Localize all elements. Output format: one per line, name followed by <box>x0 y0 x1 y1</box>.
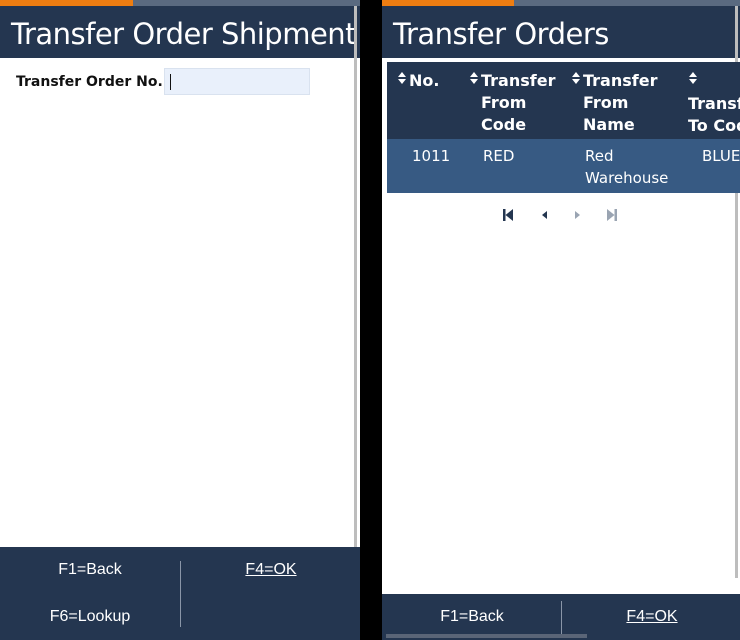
cell-from-name: Red Warehouse <box>585 147 669 187</box>
ok-button[interactable]: F4=OK <box>181 561 360 579</box>
transfer-order-shipment-panel: Transfer Order Shipment Transfer Order N… <box>0 0 360 640</box>
sort-icon <box>571 71 583 93</box>
next-page-icon <box>575 211 580 219</box>
transfer-order-no-label: Transfer Order No. <box>16 73 163 90</box>
title-bar: Transfer Orders <box>382 6 740 58</box>
title-bar: Transfer Order Shipment <box>0 6 360 58</box>
previous-page-icon <box>542 211 547 219</box>
transfer-orders-table: No. Transfer From Code Transfer From Nam… <box>387 62 740 193</box>
function-key-bar: F1=Back F4=OK F6=Lookup <box>0 547 360 640</box>
cell-no: 1011 <box>412 147 451 165</box>
previous-page-button[interactable] <box>537 206 553 224</box>
sort-icon <box>397 71 409 93</box>
horizontal-scrollbar[interactable] <box>386 634 587 638</box>
pagination <box>382 206 740 224</box>
page-title: Transfer Orders <box>393 17 609 51</box>
column-header-transfer-from-code[interactable]: Transfer From Code <box>469 70 555 136</box>
cell-to-code: BLUE <box>702 147 740 165</box>
column-header-no[interactable]: No. <box>397 70 439 93</box>
vertical-scrollbar[interactable] <box>354 6 357 586</box>
back-button[interactable]: F1=Back <box>382 608 562 626</box>
lookup-button[interactable]: F6=Lookup <box>0 608 180 626</box>
cell-from-code: RED <box>483 147 515 165</box>
table-header: No. Transfer From Code Transfer From Nam… <box>387 62 740 139</box>
ok-button[interactable]: F4=OK <box>562 608 740 626</box>
function-key-bar: F1=Back F4=OK <box>382 594 740 640</box>
first-page-icon <box>503 209 513 221</box>
transfer-order-no-row: Transfer Order No. <box>16 68 310 95</box>
sort-icon <box>688 71 700 93</box>
transfer-order-no-input[interactable] <box>164 68 310 95</box>
text-caret <box>170 74 171 90</box>
first-page-button[interactable] <box>500 206 516 224</box>
transfer-orders-panel: Transfer Orders No. Transfer From Code T… <box>382 0 740 640</box>
last-page-button[interactable] <box>604 206 620 224</box>
last-page-icon <box>607 209 617 221</box>
page-title: Transfer Order Shipment <box>11 17 357 51</box>
next-page-button[interactable] <box>569 206 585 224</box>
back-button[interactable]: F1=Back <box>0 561 180 579</box>
column-header-transfer-to-code[interactable]: Transfer To Code <box>688 70 740 137</box>
column-header-transfer-from-name[interactable]: Transfer From Name <box>571 70 657 136</box>
sort-icon <box>469 71 481 93</box>
table-row[interactable]: 1011 RED Red Warehouse BLUE <box>387 139 740 193</box>
